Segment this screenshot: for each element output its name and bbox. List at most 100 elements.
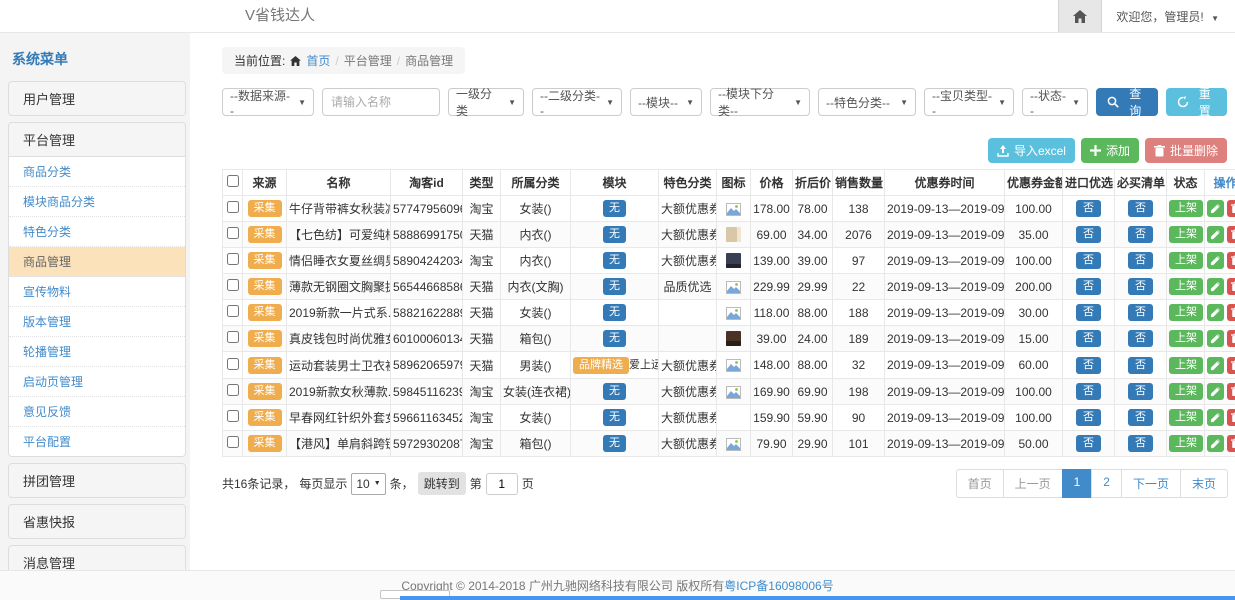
edit-button[interactable] (1207, 252, 1224, 269)
page-button[interactable]: 2 (1091, 469, 1122, 498)
row-checkbox[interactable] (227, 358, 239, 370)
sidebar-group-header[interactable]: 平台管理 (8, 122, 186, 157)
import-optimal-toggle[interactable]: 否 (1076, 226, 1101, 243)
import-optimal-toggle[interactable]: 否 (1076, 409, 1101, 426)
delete-button[interactable] (1227, 435, 1235, 452)
reset-button[interactable]: 重置 (1166, 88, 1228, 116)
status-badge[interactable]: 上架 (1169, 304, 1203, 321)
must-buy-toggle[interactable]: 否 (1128, 226, 1153, 243)
must-buy-toggle[interactable]: 否 (1128, 330, 1153, 347)
sidebar-group-header[interactable]: 拼团管理 (8, 463, 186, 498)
edit-button[interactable] (1207, 330, 1224, 347)
import-optimal-toggle[interactable]: 否 (1076, 330, 1101, 347)
sidebar-item[interactable]: 意见反馈 (9, 397, 185, 427)
status-badge[interactable]: 上架 (1169, 200, 1203, 217)
delete-button[interactable] (1227, 200, 1235, 217)
row-checkbox[interactable] (227, 227, 239, 239)
edit-button[interactable] (1207, 383, 1224, 400)
delete-button[interactable] (1227, 278, 1235, 295)
breadcrumb-home-link[interactable]: 首页 (306, 52, 330, 69)
edit-button[interactable] (1207, 200, 1224, 217)
row-checkbox[interactable] (227, 253, 239, 265)
must-buy-toggle[interactable]: 否 (1128, 383, 1153, 400)
delete-button[interactable] (1227, 304, 1235, 321)
edit-button[interactable] (1207, 357, 1224, 374)
status-badge[interactable]: 上架 (1169, 357, 1203, 374)
filter-select[interactable]: --模块--▼ (630, 88, 702, 116)
import-optimal-toggle[interactable]: 否 (1076, 252, 1101, 269)
search-button[interactable]: 查询 (1096, 88, 1158, 116)
select-all-checkbox[interactable] (227, 175, 239, 187)
sidebar-item[interactable]: 轮播管理 (9, 337, 185, 367)
page-button[interactable]: 1 (1062, 469, 1093, 498)
icp-link[interactable]: 粤ICP备16098006号 (724, 577, 833, 594)
must-buy-toggle[interactable]: 否 (1128, 435, 1153, 452)
must-buy-toggle[interactable]: 否 (1128, 304, 1153, 321)
page-button[interactable]: 下一页 (1121, 469, 1181, 498)
sidebar-item[interactable]: 宣传物料 (9, 277, 185, 307)
filter-select[interactable]: --数据来源--▼ (222, 88, 314, 116)
sidebar-item[interactable]: 平台配置 (9, 427, 185, 456)
per-page-select[interactable]: 10▼ (351, 473, 385, 495)
row-checkbox[interactable] (227, 305, 239, 317)
row-checkbox[interactable] (227, 384, 239, 396)
page-button[interactable]: 末页 (1180, 469, 1228, 498)
edit-button[interactable] (1207, 278, 1224, 295)
status-badge[interactable]: 上架 (1169, 226, 1203, 243)
row-checkbox[interactable] (227, 410, 239, 422)
sidebar-group-header[interactable]: 消息管理 (8, 545, 186, 570)
filter-select[interactable]: --宝贝类型--▼ (924, 88, 1014, 116)
delete-button[interactable] (1227, 226, 1235, 243)
sidebar-item[interactable]: 模块商品分类 (9, 187, 185, 217)
import-optimal-toggle[interactable]: 否 (1076, 435, 1101, 452)
page-number-input[interactable] (486, 473, 518, 495)
sidebar-item[interactable]: 启动页管理 (9, 367, 185, 397)
home-button[interactable] (1058, 0, 1102, 32)
filter-select[interactable]: --模块下分类--▼ (710, 88, 810, 116)
delete-button[interactable] (1227, 409, 1235, 426)
must-buy-toggle[interactable]: 否 (1128, 200, 1153, 217)
import-optimal-toggle[interactable]: 否 (1076, 357, 1101, 374)
delete-button[interactable] (1227, 383, 1235, 400)
status-badge[interactable]: 上架 (1169, 409, 1203, 426)
filter-select[interactable]: --特色分类--▼ (818, 88, 916, 116)
delete-button[interactable] (1227, 330, 1235, 347)
must-buy-toggle[interactable]: 否 (1128, 252, 1153, 269)
batch-delete-button[interactable]: 批量删除 (1145, 138, 1227, 163)
edit-button[interactable] (1207, 435, 1224, 452)
row-checkbox[interactable] (227, 201, 239, 213)
row-checkbox[interactable] (227, 436, 239, 448)
sidebar-item[interactable]: 版本管理 (9, 307, 185, 337)
sidebar-group-header[interactable]: 用户管理 (8, 81, 186, 116)
status-badge[interactable]: 上架 (1169, 330, 1203, 347)
import-optimal-toggle[interactable]: 否 (1076, 383, 1101, 400)
status-badge[interactable]: 上架 (1169, 435, 1203, 452)
delete-button[interactable] (1227, 357, 1235, 374)
must-buy-toggle[interactable]: 否 (1128, 357, 1153, 374)
status-badge[interactable]: 上架 (1169, 278, 1203, 295)
name-search-input[interactable] (322, 88, 440, 116)
user-menu[interactable]: 欢迎您，管理员! ▼ (1102, 8, 1235, 25)
jump-button[interactable]: 跳转到 (418, 472, 466, 495)
import-excel-button[interactable]: 导入excel (988, 138, 1075, 163)
status-badge[interactable]: 上架 (1169, 383, 1203, 400)
filter-select[interactable]: --二级分类--▼ (532, 88, 622, 116)
edit-button[interactable] (1207, 409, 1224, 426)
must-buy-toggle[interactable]: 否 (1128, 278, 1153, 295)
sidebar-item[interactable]: 商品管理 (9, 247, 185, 277)
sidebar-group-header[interactable]: 省惠快报 (8, 504, 186, 539)
add-button[interactable]: 添加 (1081, 138, 1139, 163)
import-optimal-toggle[interactable]: 否 (1076, 200, 1101, 217)
sidebar-item[interactable]: 特色分类 (9, 217, 185, 247)
delete-button[interactable] (1227, 252, 1235, 269)
import-optimal-toggle[interactable]: 否 (1076, 304, 1101, 321)
edit-button[interactable] (1207, 304, 1224, 321)
row-checkbox[interactable] (227, 279, 239, 291)
filter-select[interactable]: --状态--▼ (1022, 88, 1088, 116)
filter-select[interactable]: 一级分类▼ (448, 88, 524, 116)
status-badge[interactable]: 上架 (1169, 252, 1203, 269)
edit-button[interactable] (1207, 226, 1224, 243)
sidebar-item[interactable]: 商品分类 (9, 157, 185, 187)
must-buy-toggle[interactable]: 否 (1128, 409, 1153, 426)
import-optimal-toggle[interactable]: 否 (1076, 278, 1101, 295)
